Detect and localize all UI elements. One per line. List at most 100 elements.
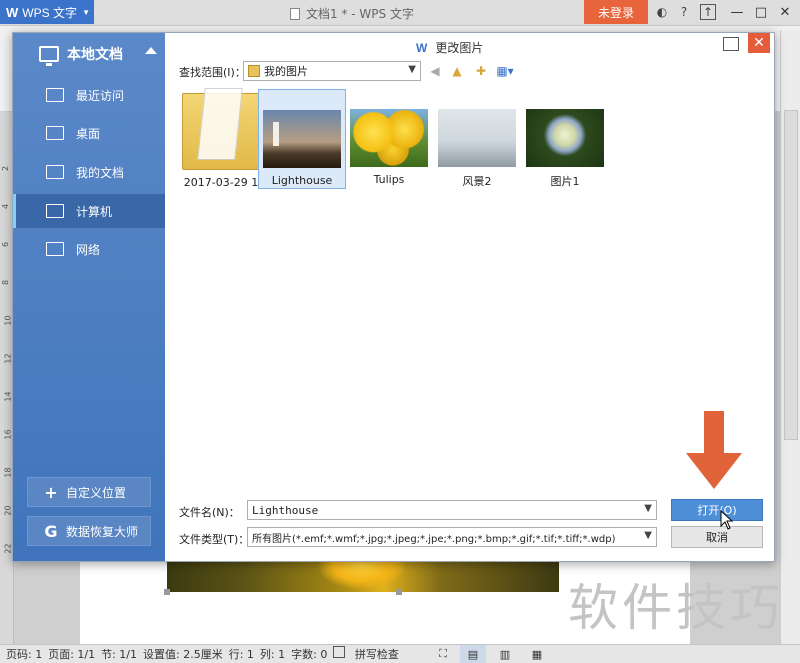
status-pages: 页面: 1/1 <box>48 648 96 661</box>
dialog-maximize-button[interactable] <box>723 37 739 51</box>
mouse-cursor-icon <box>720 510 734 530</box>
back-icon[interactable]: ◀ <box>427 63 443 79</box>
file-item-picture1[interactable]: 图片1 <box>521 89 609 189</box>
status-words: 字数: 0 <box>291 648 328 661</box>
web-view-icon[interactable]: ▦ <box>528 645 546 663</box>
filetype-select[interactable]: 所有图片(*.emf;*.wmf;*.jpg;*.jpeg;*.jpe;*.pn… <box>247 527 657 547</box>
resize-handle[interactable] <box>396 589 402 595</box>
view-menu-icon[interactable]: ▦▾ <box>496 63 513 79</box>
sidebar-item-label: 我的文档 <box>76 165 125 180</box>
sidebar-item-label: 桌面 <box>76 126 101 141</box>
maximize-button[interactable]: □ <box>750 2 772 22</box>
sidebar-header[interactable]: 本地文档 <box>13 33 165 75</box>
custom-location-button[interactable]: + 自定义位置 <box>27 477 151 507</box>
watermark: 软件技巧 <box>568 579 784 637</box>
document-title-text: 文档1 * - WPS 文字 <box>306 7 414 21</box>
clock-icon <box>46 88 64 102</box>
data-recovery-label: 数据恢复大师 <box>66 524 139 539</box>
document-image[interactable] <box>167 560 559 592</box>
login-button[interactable]: 未登录 <box>584 0 648 24</box>
upload-icon[interactable]: ↑ <box>700 4 716 20</box>
sidebar-item-desktop[interactable]: 桌面 <box>13 116 165 150</box>
plus-icon: + <box>44 482 58 502</box>
wps-logo-icon: W <box>416 40 428 55</box>
file-name: Tulips <box>373 173 405 186</box>
folder-icon <box>248 65 260 77</box>
filetype-value: 所有图片(*.emf;*.wmf;*.jpg;*.jpeg;*.jpe;*.pn… <box>252 533 616 545</box>
computer-icon <box>46 204 64 218</box>
file-item-tulips[interactable]: Tulips <box>345 89 433 189</box>
ruler-number: 4 <box>1 203 11 210</box>
sidebar-item-computer[interactable]: 计算机 <box>13 194 165 228</box>
new-folder-icon[interactable]: ✚ <box>473 63 489 79</box>
image-flower <box>317 560 407 590</box>
scrollbar-thumb[interactable] <box>784 110 798 440</box>
page-view-icon[interactable]: ▤ <box>460 645 486 663</box>
chevron-down-icon: ▼ <box>408 64 416 75</box>
custom-location-label: 自定义位置 <box>66 485 127 500</box>
lighthouse-thumbnail <box>263 110 341 168</box>
outline-view-icon[interactable]: ▥ <box>496 645 514 663</box>
sidebar-item-label: 网络 <box>76 242 101 257</box>
dialog-sidebar: 本地文档 最近访问 桌面 我的文档 计算机 网络 + 自定义位置 G 数据恢复大… <box>13 33 165 561</box>
file-item-lighthouse[interactable]: Lighthouse <box>258 89 346 189</box>
file-item-folder[interactable]: 2017-03-29 1 <box>177 89 265 189</box>
skin-icon[interactable]: ◐ <box>654 4 670 20</box>
wps-menu-button[interactable]: W WPS 文字 ▼ <box>0 0 94 24</box>
status-setting: 设置值: 2.5厘米 <box>143 648 223 661</box>
look-in-value: 我的图片 <box>264 65 308 78</box>
checkbox-icon <box>333 646 346 658</box>
up-folder-icon[interactable]: ▲ <box>449 63 465 79</box>
app-brand: WPS 文字 <box>22 5 77 20</box>
dialog-close-button[interactable]: ✕ <box>748 33 770 53</box>
sidebar-item-network[interactable]: 网络 <box>13 232 165 266</box>
fit-view-icon[interactable]: ⛶ <box>434 645 452 663</box>
data-recovery-button[interactable]: G 数据恢复大师 <box>27 516 151 546</box>
filename-input[interactable]: Lighthouse ▼ <box>247 500 657 520</box>
monitor-icon <box>39 46 59 66</box>
chevron-down-icon: ▼ <box>644 530 652 541</box>
minimize-button[interactable]: — <box>726 2 748 22</box>
cancel-button[interactable]: 取消 <box>671 526 763 548</box>
ruler-number: 6 <box>1 241 11 248</box>
help-icon[interactable]: ? <box>676 4 692 20</box>
ruler-number: 2 <box>1 165 11 172</box>
sidebar-item-documents[interactable]: 我的文档 <box>13 155 165 189</box>
chevron-up-icon[interactable] <box>145 47 157 54</box>
status-page-code: 页码: 1 <box>6 648 43 661</box>
file-name: 风景2 <box>462 175 492 188</box>
sidebar-header-label: 本地文档 <box>67 47 123 63</box>
file-name: 2017-03-29 1 <box>183 176 259 189</box>
status-row: 行: 1 <box>228 648 254 661</box>
close-button[interactable]: ✕ <box>774 2 796 22</box>
chevron-down-icon: ▼ <box>82 7 90 17</box>
folder-icon <box>46 165 64 179</box>
folder-icon <box>182 93 260 170</box>
red-arrow-icon <box>686 411 742 489</box>
recovery-icon: G <box>44 521 58 541</box>
desktop-icon <box>46 126 64 140</box>
picture1-thumbnail <box>526 109 604 167</box>
scenery-thumbnail <box>438 109 516 167</box>
status-section: 节: 1/1 <box>101 648 138 661</box>
chevron-down-icon[interactable]: ▼ <box>644 503 652 514</box>
status-bar: 页码: 1 页面: 1/1 节: 1/1 设置值: 2.5厘米 行: 1 列: … <box>0 644 800 663</box>
wps-logo-icon: W <box>6 4 19 20</box>
spellcheck-toggle[interactable]: 拼写检查 <box>333 646 399 662</box>
resize-handle[interactable] <box>164 589 170 595</box>
sidebar-item-recent[interactable]: 最近访问 <box>13 78 165 112</box>
filename-label: 文件名(N)： <box>179 506 240 519</box>
look-in-label: 查找范围(I)： <box>179 66 246 79</box>
change-picture-dialog: 本地文档 最近访问 桌面 我的文档 计算机 网络 + 自定义位置 G 数据恢复大… <box>12 32 775 562</box>
status-col: 列: 1 <box>259 648 286 661</box>
open-button[interactable]: 打开(O) <box>671 499 763 521</box>
document-title: 文档1 * - WPS 文字 <box>290 5 414 22</box>
filename-value: Lighthouse <box>252 503 319 517</box>
title-bar: W WPS 文字 ▼ 文档1 * - WPS 文字 未登录 ◐ ? ↑ — □ … <box>0 0 800 26</box>
close-icon: ✕ <box>753 35 765 51</box>
file-item-scenery[interactable]: 风景2 <box>433 89 521 189</box>
file-name: Lighthouse <box>271 174 333 187</box>
vertical-scrollbar[interactable] <box>780 30 800 644</box>
file-name: 图片1 <box>550 175 580 188</box>
look-in-select[interactable]: 我的图片 ▼ <box>243 61 421 81</box>
